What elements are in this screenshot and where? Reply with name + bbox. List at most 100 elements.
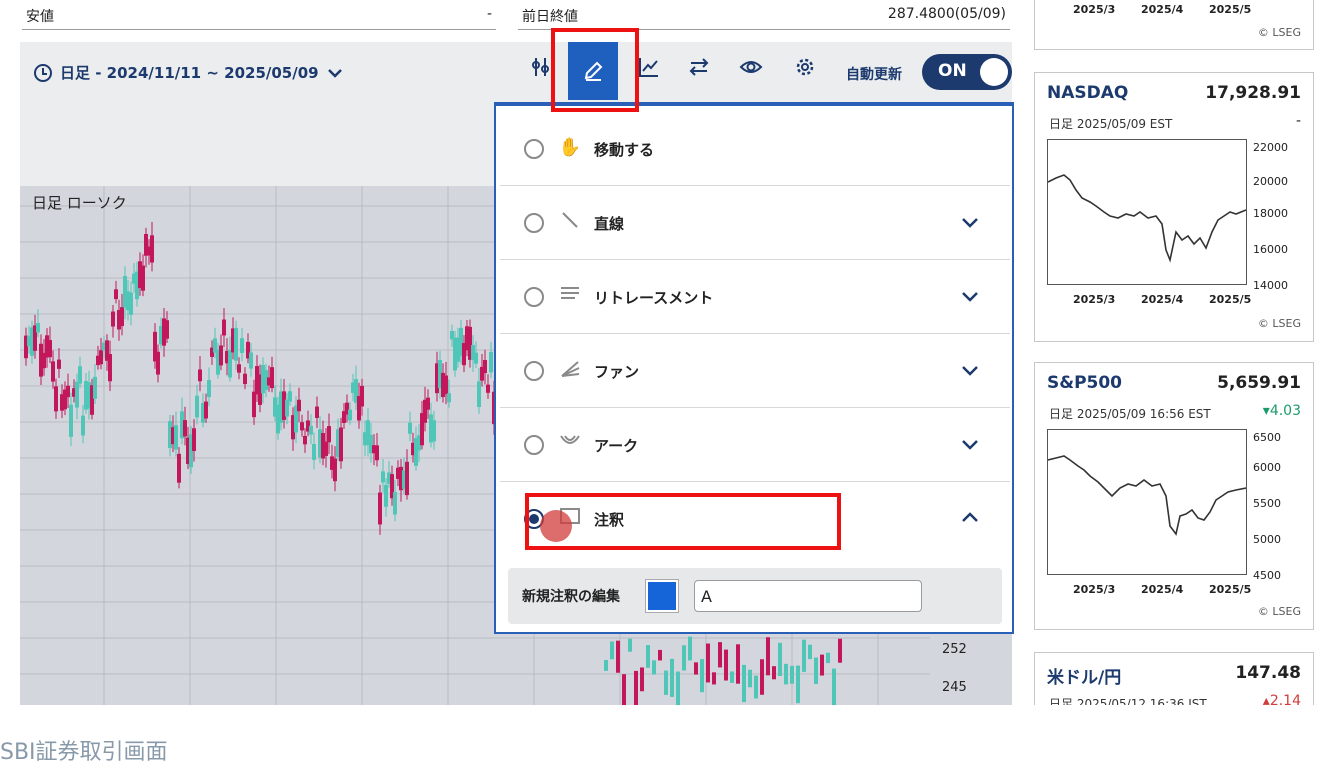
- y-tick-label: 4500: [1253, 569, 1281, 582]
- index-date: 日足 2025/05/09 16:56 EST: [1049, 407, 1211, 421]
- index-date: 日足 2025/05/09 EST: [1049, 117, 1173, 131]
- candle: [784, 663, 788, 685]
- candle: [610, 641, 614, 660]
- menu-item-label: ファン: [594, 363, 640, 381]
- candle: [790, 665, 794, 684]
- fan-icon: [558, 358, 582, 382]
- prev-close-label: 前日終値: [522, 9, 578, 25]
- clock-icon: [34, 63, 52, 82]
- highlight-draw-button: [551, 28, 639, 112]
- radio-button[interactable]: [524, 435, 544, 455]
- radio-button[interactable]: [524, 139, 544, 159]
- chevron-down-icon[interactable]: [958, 358, 982, 382]
- candle: [736, 644, 740, 684]
- menu-item-retracement[interactable]: リトレースメント: [500, 260, 1010, 334]
- data-source-label: © LSEG: [1257, 605, 1301, 618]
- auto-update-toggle[interactable]: ON: [922, 54, 1012, 90]
- menu-item-fan[interactable]: ファン: [500, 334, 1010, 408]
- candle: [742, 664, 746, 703]
- y-tick-label: 245: [942, 680, 967, 695]
- candle: [682, 645, 686, 671]
- candle: [688, 636, 692, 661]
- candle: [772, 666, 776, 680]
- menu-item-label: 直線: [594, 215, 625, 233]
- chevron-up-icon[interactable]: [958, 506, 982, 530]
- index-date: 日足 2025/05/12 16:36 JST: [1049, 697, 1207, 705]
- menu-item-label: アーク: [594, 437, 639, 455]
- auto-update-label: 自動更新: [846, 67, 902, 83]
- menu-item-label: リトレースメント: [594, 289, 714, 307]
- index-change: -: [1295, 113, 1301, 129]
- chart-toolbar: 日足 - 2024/11/11 ~ 2025/05/09 自動更新 ON: [20, 42, 1012, 104]
- x-tick-label: 2025/5: [1209, 293, 1252, 306]
- chevron-down-icon[interactable]: [958, 432, 982, 456]
- chevron-down-icon[interactable]: [958, 210, 982, 234]
- candle: [754, 675, 758, 699]
- candle: [826, 652, 830, 664]
- index-price: 17,928.91: [1205, 83, 1301, 103]
- candle: [796, 665, 800, 704]
- menu-item-arc[interactable]: アーク: [500, 408, 1010, 482]
- x-tick-label: 2025/5: [1209, 3, 1252, 16]
- prev-close-row: 前日終値 287.4800(05/09): [518, 0, 1010, 30]
- swap-icon[interactable]: [684, 56, 714, 86]
- mini-line-chart: [1047, 139, 1247, 285]
- x-tick-label: 2025/5: [1209, 583, 1252, 596]
- market-card-nasdaq[interactable]: NASDAQ 17,928.91 日足 2025/05/09 EST - 220…: [1034, 72, 1314, 342]
- menu-item-line[interactable]: 直線: [500, 186, 1010, 260]
- draw-tool-menu: ✋ 移動する 直線 リトレースメント ファン アーク 注釈 新規注釈の編集 A: [494, 102, 1014, 634]
- low-price-value: -: [486, 6, 492, 22]
- chart-title: 日足 ローソク: [32, 194, 127, 212]
- period-label: 日足 - 2024/11/11 ~ 2025/05/09: [60, 64, 319, 82]
- eye-icon[interactable]: [736, 56, 766, 86]
- candle: [640, 667, 644, 692]
- hand-icon: ✋: [558, 137, 582, 158]
- candle: [628, 638, 632, 652]
- candle: [652, 660, 656, 675]
- candle: [748, 669, 752, 688]
- index-price: 147.48: [1235, 663, 1301, 683]
- arc-icon: [558, 432, 582, 456]
- annotation-edit-panel: 新規注釈の編集: [508, 568, 1002, 624]
- market-card-sp500[interactable]: S&P500 5,659.91 日足 2025/05/09 16:56 EST …: [1034, 362, 1314, 630]
- trading-screen: 安値 - 前日終値 287.4800(05/09) 日足 - 2024/11/1…: [0, 0, 1320, 705]
- candle: [706, 643, 710, 683]
- retracement-icon: [558, 284, 582, 308]
- low-price-row: 安値 -: [22, 0, 496, 30]
- candle: [718, 642, 722, 668]
- y-tick-label: 20000: [1253, 175, 1288, 188]
- candle: [724, 649, 728, 681]
- chevron-down-icon[interactable]: [958, 284, 982, 308]
- annotation-edit-label: 新規注釈の編集: [522, 589, 620, 605]
- candle: [814, 657, 818, 684]
- market-card-top[interactable]: 2025/3 2025/4 2025/5 © LSEG: [1034, 0, 1314, 50]
- radio-button[interactable]: [524, 361, 544, 381]
- period-selector[interactable]: 日足 - 2024/11/11 ~ 2025/05/09: [34, 62, 343, 83]
- mini-line-chart: [1047, 429, 1247, 575]
- index-change: ▴2.14: [1262, 693, 1301, 705]
- candle: [694, 662, 698, 675]
- x-tick-label: 2025/3: [1073, 3, 1116, 16]
- annotation-text-input[interactable]: [694, 580, 922, 612]
- candle: [622, 674, 626, 705]
- candle: [712, 672, 716, 685]
- menu-item-move[interactable]: ✋ 移動する: [500, 112, 1010, 186]
- candle: [700, 659, 704, 693]
- y-tick-label: 6000: [1253, 461, 1281, 474]
- y-tick-label: 16000: [1253, 243, 1288, 256]
- market-card-usdjpy[interactable]: 米ドル/円 147.48 日足 2025/05/12 16:36 JST ▴2.…: [1034, 652, 1314, 705]
- candle: [616, 640, 620, 673]
- candle: [646, 645, 650, 668]
- highlight-annotation-item: [525, 493, 841, 550]
- toggle-on-label: ON: [938, 61, 967, 81]
- x-tick-label: 2025/4: [1141, 293, 1184, 306]
- annotation-color-swatch[interactable]: [645, 579, 679, 613]
- radio-button[interactable]: [524, 213, 544, 233]
- x-tick-label: 2025/3: [1073, 583, 1116, 596]
- index-name: NASDAQ: [1047, 83, 1129, 103]
- y-tick-label: 5500: [1253, 497, 1281, 510]
- gear-icon[interactable]: [790, 56, 820, 86]
- candle: [670, 658, 674, 697]
- radio-button[interactable]: [524, 287, 544, 307]
- y-tick-label: 5000: [1253, 533, 1281, 546]
